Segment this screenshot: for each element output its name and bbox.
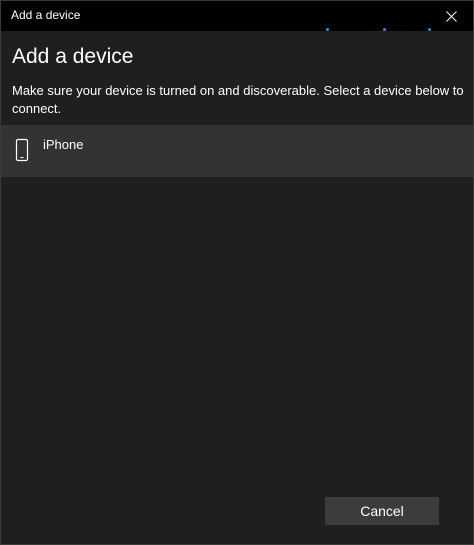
progress-dot [326,28,329,31]
phone-icon [15,138,29,162]
close-button[interactable] [429,1,473,31]
page-title: Add a device [12,45,134,68]
searching-progress-indicator [1,28,473,32]
progress-dot [383,28,386,31]
device-name: iPhone [43,137,84,152]
window-title: Add a device [11,8,81,22]
instructions-text: Make sure your device is turned on and d… [12,83,464,116]
cancel-button[interactable]: Cancel [325,497,439,525]
add-device-dialog: Add a device Add a device Make sure your… [0,0,474,545]
device-list: iPhone [1,125,473,177]
progress-dot [428,28,431,31]
close-icon [445,10,457,22]
device-item-iphone[interactable]: iPhone [1,125,473,177]
title-bar: Add a device [1,1,473,31]
